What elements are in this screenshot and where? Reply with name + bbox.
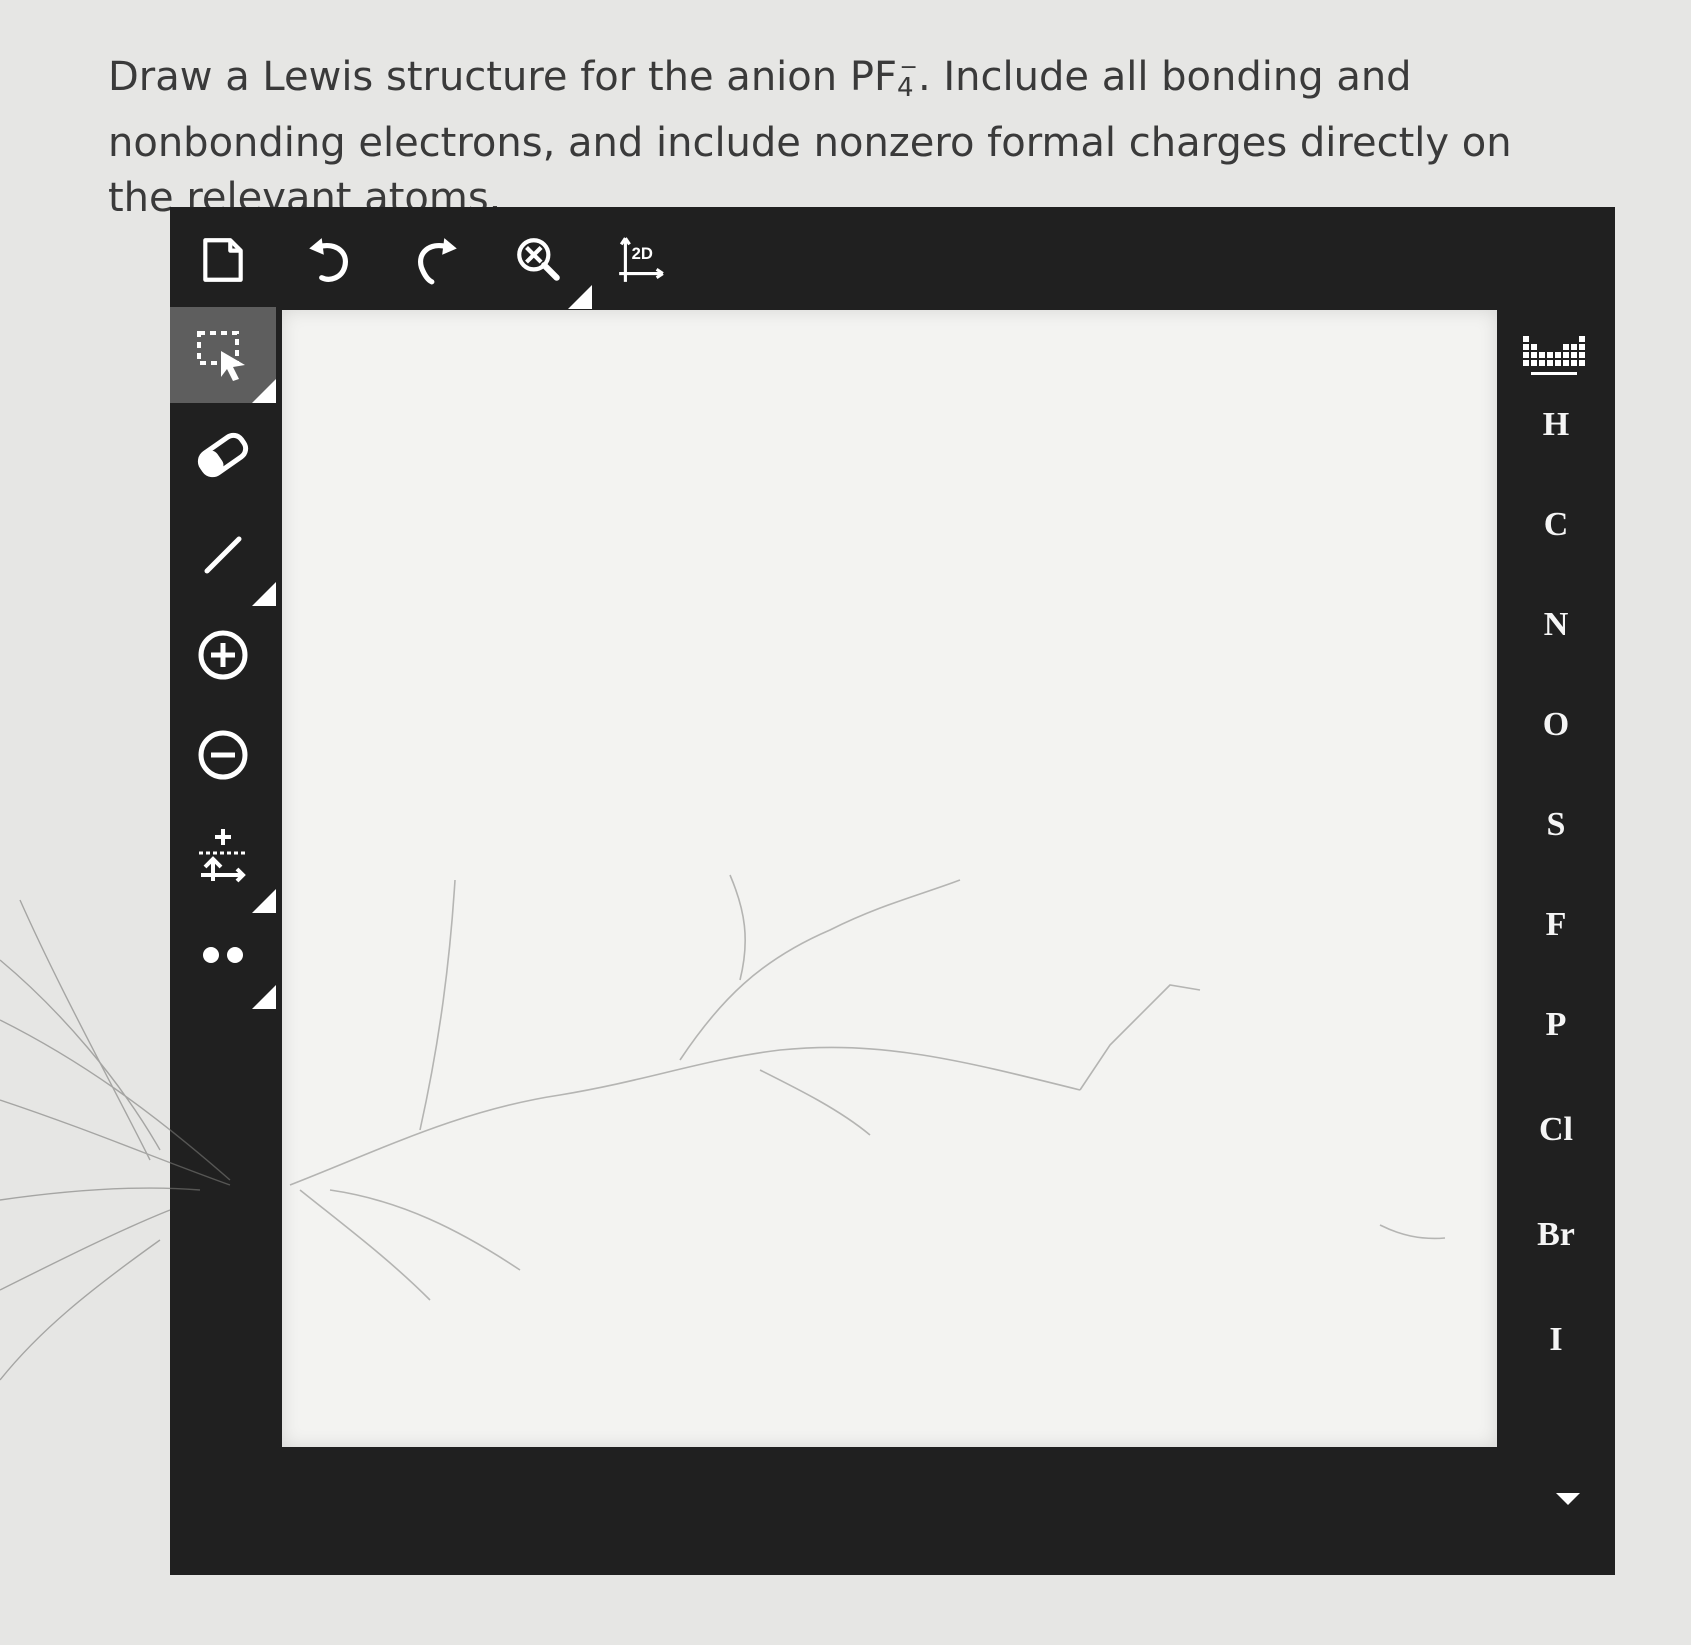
clean-2d-button[interactable]: 2D [610, 229, 672, 291]
structure-editor: 2D H C N O S F P Cl Br I [170, 207, 1615, 1575]
redo-button[interactable] [406, 229, 468, 291]
new-document-button[interactable] [192, 229, 254, 291]
element-button-c[interactable]: C [1497, 490, 1615, 560]
negative-charge-icon [198, 730, 248, 780]
element-toolbar: H C N O S F P Cl Br I [1497, 310, 1615, 1575]
element-button-h[interactable]: H [1497, 390, 1615, 460]
element-button-i[interactable]: I [1497, 1305, 1615, 1375]
element-button-o[interactable]: O [1497, 690, 1615, 760]
element-button-cl[interactable]: Cl [1497, 1095, 1615, 1165]
negative-charge-tool[interactable] [170, 707, 276, 803]
eraser-tool[interactable] [170, 407, 276, 503]
lone-pair-icon [203, 947, 243, 963]
zoom-submenu-corner[interactable] [568, 285, 592, 309]
periodic-table-button[interactable] [1521, 330, 1591, 382]
drawing-canvas[interactable] [282, 310, 1497, 1447]
positive-charge-icon [198, 630, 248, 680]
element-button-s[interactable]: S [1497, 790, 1615, 860]
undo-button[interactable] [298, 229, 360, 291]
selection-icon [197, 331, 245, 381]
element-button-f[interactable]: F [1497, 890, 1615, 960]
more-elements-arrow[interactable] [1556, 1493, 1580, 1505]
question-prompt: Draw a Lewis structure for the anion PF4… [108, 40, 1528, 226]
periodic-table-icon [1523, 336, 1585, 375]
clean-2d-label: 2D [632, 244, 653, 263]
element-button-n[interactable]: N [1497, 590, 1615, 660]
lone-pair-submenu-corner[interactable] [252, 985, 276, 1009]
2d-clean-icon: 2D [619, 237, 664, 282]
element-button-br[interactable]: Br [1497, 1200, 1615, 1270]
selection-submenu-corner[interactable] [252, 379, 276, 403]
zoom-reset-button[interactable] [508, 229, 570, 291]
arrow-tool-icon [199, 829, 247, 883]
positive-charge-tool[interactable] [170, 607, 276, 703]
bond-submenu-corner[interactable] [252, 582, 276, 606]
element-button-p[interactable]: P [1497, 990, 1615, 1060]
question-text-before: Draw a Lewis structure for the anion PF [108, 54, 897, 100]
top-toolbar: 2D [170, 207, 1615, 309]
left-toolbar [170, 307, 280, 1575]
eraser-icon [197, 432, 249, 478]
new-document-icon [203, 238, 243, 282]
bond-icon [204, 536, 242, 574]
redo-icon [418, 238, 457, 285]
formula-superscript: − [899, 55, 918, 80]
zoom-reset-icon [517, 238, 560, 281]
undo-icon [309, 238, 348, 282]
